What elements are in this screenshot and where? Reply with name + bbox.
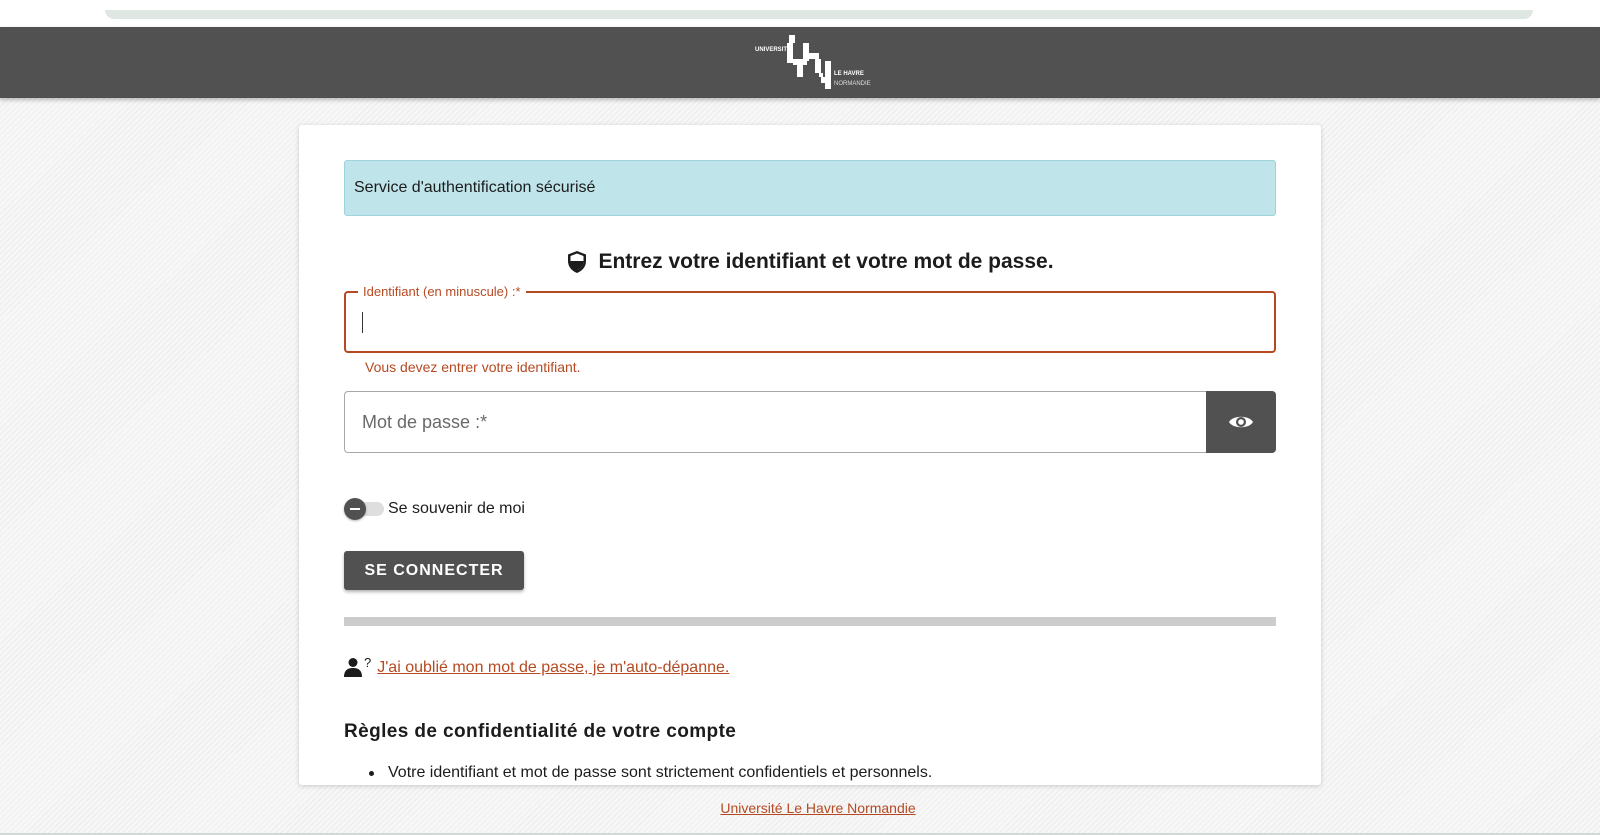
site-header: UNIVERSITÉ LE HAVRE NORMANDIE <box>0 27 1600 98</box>
logo-line-1: UNIVERSITÉ <box>755 45 791 53</box>
logo-line-3: NORMANDIE <box>834 81 871 87</box>
show-password-button[interactable] <box>1206 391 1276 453</box>
logo-line-2: LE HAVRE <box>834 71 864 77</box>
login-heading-text: Entrez votre identifiant et votre mot de… <box>598 250 1054 273</box>
username-field: Identifiant (en minuscule) :* <box>344 284 1276 353</box>
user-question-icon <box>344 658 362 677</box>
shield-icon <box>568 251 587 273</box>
university-logo: UNIVERSITÉ LE HAVRE NORMANDIE <box>755 35 871 89</box>
secure-service-banner: Service d'authentification sécurisé <box>344 160 1276 216</box>
browser-scroll-edge <box>105 10 1533 19</box>
username-input[interactable] <box>346 293 1274 351</box>
remember-me-toggle[interactable] <box>344 498 384 520</box>
privacy-rules-title: Règles de confidentialité de votre compt… <box>344 721 737 742</box>
footer-university-link[interactable]: Université Le Havre Normandie <box>0 800 1600 816</box>
login-card: Service d'authentification sécurisé Entr… <box>299 125 1321 785</box>
password-input[interactable] <box>345 392 1208 452</box>
text-caret <box>362 312 363 333</box>
divider <box>344 617 1276 626</box>
list-item: Votre identifiant et mot de passe sont s… <box>368 762 1268 784</box>
forgot-password-link[interactable]: J'ai oublié mon mot de passe, je m'auto-… <box>377 659 729 677</box>
remember-me-label[interactable]: Se souvenir de moi <box>388 500 525 518</box>
login-heading: Entrez votre identifiant et votre mot de… <box>344 245 1276 279</box>
username-error: Vous devez entrer votre identifiant. <box>365 359 581 375</box>
password-field <box>344 391 1208 453</box>
question-mark: ? <box>364 655 372 670</box>
remember-me: Se souvenir de moi <box>344 497 525 521</box>
forgot-password: ? J'ai oublié mon mot de passe, je m'aut… <box>344 655 729 677</box>
login-button[interactable]: SE CONNECTER <box>344 551 524 590</box>
browser-top-strip <box>0 0 1600 27</box>
eye-icon <box>1229 416 1253 428</box>
privacy-rules-list: Votre identifiant et mot de passe sont s… <box>368 762 1268 784</box>
toggle-knob <box>344 498 366 520</box>
